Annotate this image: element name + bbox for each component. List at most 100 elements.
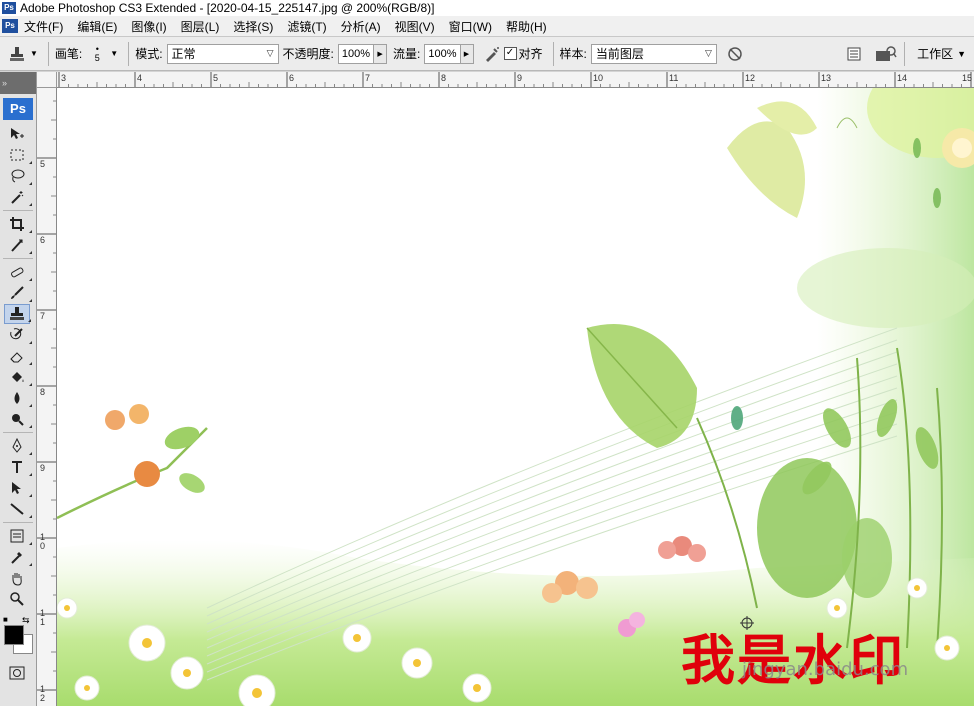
tool-options-bar: ▼ 画笔: • 5 ▼ 模式: 正常 ▽ 不透明度: 100% ▶ 流量: 10… (0, 37, 974, 71)
flow-field[interactable]: 100% ▶ (424, 43, 474, 64)
ruler-label: 12 (745, 73, 756, 83)
pen-icon (12, 438, 22, 453)
window-title: Adobe Photoshop CS3 Extended - [2020-04-… (20, 1, 435, 15)
zoom-tool[interactable] (4, 589, 30, 609)
notes-tool[interactable] (4, 526, 32, 546)
default-colors-icon[interactable]: ■ (3, 615, 8, 624)
menu-view[interactable]: 视图(V) (395, 18, 443, 35)
menu-image[interactable]: 图像(I) (131, 18, 174, 35)
divider (3, 210, 33, 211)
vertical-ruler[interactable]: 5 6 7 8 9 10 11 12 (37, 88, 57, 706)
type-tool[interactable] (4, 457, 32, 477)
eyedropper-icon (11, 552, 22, 564)
crop-tool[interactable] (4, 214, 32, 234)
ruler-label: 13 (821, 73, 832, 83)
clone-stamp-icon[interactable] (6, 43, 28, 65)
eraser-tool[interactable] (4, 346, 32, 366)
flow-label: 流量: (393, 47, 421, 61)
ruler-label: 6 (40, 235, 46, 245)
move-tool[interactable] (4, 124, 30, 144)
paint-bucket-tool[interactable] (4, 367, 32, 387)
ruler-label: 11 (40, 608, 46, 627)
history-brush-tool[interactable] (4, 325, 32, 345)
site-watermark: jingyan.baidu.com (742, 659, 909, 680)
flow-slider-arrow-icon[interactable]: ▶ (459, 44, 473, 63)
mode-label: 模式: (135, 47, 163, 61)
menu-edit[interactable]: 编辑(E) (77, 18, 125, 35)
menu-file[interactable]: 文件(F) (24, 18, 71, 35)
sample-select[interactable]: 当前图层 ▽ (590, 43, 717, 64)
tool-preset-chevron-icon[interactable]: ▼ (30, 49, 38, 58)
aligned-checkbox[interactable]: ✓ (503, 47, 517, 60)
hand-tool[interactable] (4, 568, 30, 588)
clone-stamp-icon (10, 307, 24, 320)
ruler-origin[interactable] (37, 72, 57, 88)
marquee-tool[interactable] (4, 145, 32, 165)
paint-bucket-icon (12, 372, 24, 382)
menu-window[interactable]: 窗口(W) (449, 18, 500, 35)
flow-value[interactable]: 100% (425, 48, 459, 60)
opacity-value[interactable]: 100% (339, 48, 373, 60)
history-brush-icon (10, 328, 23, 340)
ruler-label: 8 (441, 73, 447, 83)
ruler-label: 12 (40, 684, 46, 703)
mode-select[interactable]: 正常 ▽ (166, 43, 279, 64)
workspace-menu-button[interactable]: 工作区 ▼ (917, 45, 966, 62)
quick-mask-tool[interactable] (4, 663, 30, 683)
pen-tool[interactable] (4, 436, 32, 456)
hand-icon (12, 573, 22, 586)
ruler-label: 15 (962, 73, 973, 83)
document-canvas[interactable]: 我是水印 jingyan.baidu.com (57, 88, 974, 706)
mode-value: 正常 (171, 47, 196, 61)
opacity-slider-arrow-icon[interactable]: ▶ (373, 44, 387, 63)
ruler-label: 9 (40, 463, 46, 473)
photoshop-menu-icon[interactable]: Ps (2, 19, 18, 33)
dodge-tool[interactable] (4, 409, 32, 429)
menu-analysis[interactable]: 分析(A) (341, 18, 389, 35)
brush-icon (11, 286, 24, 299)
divider (552, 41, 554, 66)
eyedropper-tool[interactable] (4, 547, 32, 567)
divider (3, 522, 33, 523)
ruler-label: 3 (61, 73, 67, 83)
eraser-icon (10, 352, 23, 363)
ruler-label: 11 (669, 73, 679, 83)
opacity-field[interactable]: 100% ▶ (337, 43, 388, 64)
bridge-icon[interactable] (874, 42, 898, 66)
watermark-text: 我是水印 (681, 629, 905, 692)
palette-well-icon[interactable] (842, 42, 866, 66)
lasso-tool[interactable] (4, 166, 32, 186)
title-bar: Ps Adobe Photoshop CS3 Extended - [2020-… (0, 0, 974, 16)
healing-brush-tool[interactable] (4, 262, 32, 282)
slice-tool[interactable] (4, 235, 32, 255)
chevron-down-icon: ▽ (266, 48, 274, 58)
chevron-down-icon: ▽ (704, 48, 712, 58)
toolbox-collapse-icon[interactable]: » (0, 72, 36, 94)
menu-filter[interactable]: 滤镜(T) (287, 18, 334, 35)
line-tool[interactable] (4, 499, 32, 519)
menu-layer[interactable]: 图层(L) (181, 18, 228, 35)
airbrush-icon[interactable] (480, 42, 504, 66)
photoshop-logo[interactable]: Ps (3, 98, 33, 120)
menu-select[interactable]: 选择(S) (233, 18, 281, 35)
foreground-color-swatch[interactable] (4, 625, 24, 645)
magic-wand-tool[interactable] (4, 187, 32, 207)
clone-stamp-tool[interactable] (4, 304, 31, 324)
floral-artwork (57, 88, 974, 706)
horizontal-ruler[interactable]: 3 4 5 6 7 8 9 10 11 12 13 14 15 (57, 72, 974, 88)
dodge-icon (12, 414, 24, 426)
crop-icon (10, 217, 24, 231)
move-icon (11, 128, 24, 139)
brush-preset-picker[interactable]: • 5 (86, 41, 108, 67)
ignore-adjustment-layers-icon[interactable] (723, 42, 747, 66)
path-selection-tool[interactable] (4, 478, 32, 498)
brush-tool[interactable] (4, 283, 32, 303)
ruler-label: 7 (40, 311, 46, 321)
blur-tool[interactable] (4, 388, 32, 408)
ruler-label: 5 (40, 159, 46, 169)
toolbox-panel: » Ps ■ ⇆ (0, 72, 37, 706)
brush-chevron-icon[interactable]: ▼ (110, 49, 118, 58)
ruler-label: 8 (40, 387, 46, 397)
ruler-label: 9 (517, 73, 523, 83)
menu-help[interactable]: 帮助(H) (506, 18, 555, 35)
